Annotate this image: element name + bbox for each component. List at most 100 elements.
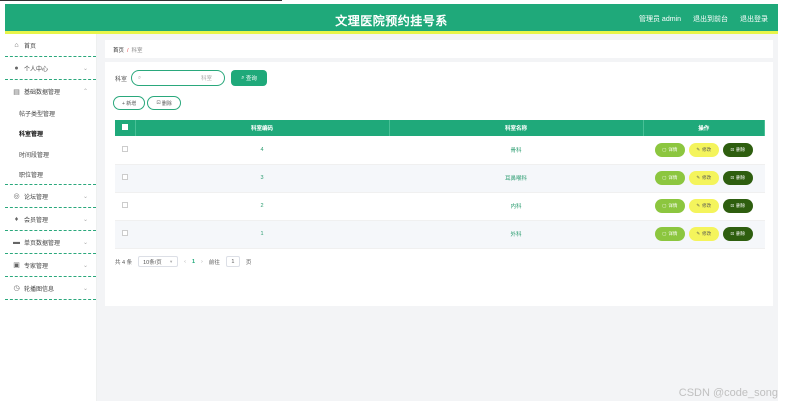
detail-label: 详情 [668, 146, 678, 152]
delete-button[interactable]: ⊡ 删除 [722, 171, 753, 185]
sidebar-item-profile[interactable]: ● 个人中心 ⌄ [5, 57, 96, 80]
chevron-up-icon: ⌃ [82, 89, 88, 95]
page-number-current[interactable]: 1 [192, 259, 195, 265]
chevron-down-icon: ⌄ [82, 239, 88, 246]
search-placeholder: 科室 [201, 76, 213, 82]
detail-button[interactable]: ▢ 详情 [654, 227, 685, 241]
breadcrumb-current: 科室 [131, 48, 143, 54]
column-header-name[interactable]: 科室名称 [389, 120, 644, 136]
next-page-button[interactable]: › [201, 259, 203, 265]
page-size-value: 10条/页 [143, 259, 162, 266]
admin-user-link[interactable]: 管理员 admin [639, 14, 681, 24]
column-header-code[interactable]: 科室编码 [135, 120, 390, 136]
page-size-select[interactable]: 10条/页 ▼ [138, 256, 179, 267]
query-button-label: 查询 [245, 76, 257, 82]
detail-icon: ▢ [662, 231, 667, 236]
row-checkbox[interactable] [122, 145, 128, 152]
pencil-icon: ✎ [696, 146, 701, 152]
sidebar-item-label: 科室管理 [19, 132, 44, 139]
sidebar-item-forum[interactable]: ◎ 论坛管理 ⌄ [5, 185, 96, 208]
row-checkbox[interactable] [122, 230, 128, 236]
delete-label: 删除 [736, 146, 746, 152]
sidebar-item-position[interactable]: 职位管理 [5, 165, 96, 185]
chevron-down-icon: ▼ [169, 259, 174, 264]
search-bar: 科室 ⌕ 科室 ⌕ 查询 [115, 70, 268, 86]
batch-delete-button[interactable]: ⊡ 删除 [147, 96, 181, 110]
query-button[interactable]: ⌕ 查询 [231, 70, 268, 86]
chevron-down-icon: ⌄ [82, 285, 88, 292]
sidebar-item-label: 时间段管理 [19, 152, 50, 159]
forum-icon: ◎ [13, 193, 20, 200]
edit-label: 修改 [702, 203, 712, 208]
detail-button[interactable]: ▢ 详情 [654, 171, 685, 185]
row-checkbox[interactable] [122, 174, 128, 180]
detail-icon: ▢ [662, 203, 667, 208]
sidebar-item-label: 职位管理 [19, 172, 44, 179]
logout-link[interactable]: 退出登录 [740, 14, 768, 24]
delete-button[interactable]: ⊡ 删除 [722, 142, 753, 157]
goto-page-value: 1 [231, 258, 235, 265]
sidebar-item-member[interactable]: ♦ 会员管理 ⌄ [5, 208, 96, 231]
member-icon: ♦ [14, 215, 19, 223]
goto-page-input[interactable]: 1 [225, 256, 240, 267]
row-select-cell [115, 136, 135, 165]
sidebar: ⌂ 首页 ● 个人中心 ⌄ ▤ 基础数据管理 ⌃ 帖子类型管理 科室管理 时间段… [5, 34, 97, 401]
detail-button[interactable]: ▢ 详情 [654, 199, 685, 213]
sidebar-item-post-type[interactable]: 帖子类型管理 [5, 103, 96, 124]
sidebar-item-department[interactable]: 科室管理 [5, 124, 96, 145]
delete-label: 删除 [736, 175, 746, 180]
content-card: 科室 ⌕ 科室 ⌕ 查询 + 新增 ⊡ 删除 科室编码 科室名称 操作 4 骨科… [105, 62, 773, 306]
cell-name: 耳鼻喉科 [389, 164, 643, 193]
sidebar-item-carousel[interactable]: ◷ 轮播图信息 ⌄ [5, 277, 96, 300]
cell-code: 1 [135, 220, 389, 249]
table-row: 1 外科 ▢ 详情 ✎ 修改 ⊡ 删除 [115, 220, 765, 249]
sidebar-item-time-slot[interactable]: 时间段管理 [5, 144, 96, 165]
row-checkbox[interactable] [122, 202, 128, 208]
breadcrumb-home[interactable]: 首页 [113, 48, 124, 54]
edit-button[interactable]: ✎ 修改 [688, 142, 719, 157]
sidebar-item-expert[interactable]: ▣ 专家管理 ⌄ [5, 254, 96, 277]
home-icon: ⌂ [14, 41, 19, 49]
clock-icon: ◷ [13, 285, 20, 292]
delete-button[interactable]: ⊡ 删除 [722, 227, 753, 241]
row-select-cell [115, 164, 135, 193]
trash-icon: ⊡ [730, 231, 735, 236]
edit-label: 修改 [702, 175, 712, 180]
edit-button[interactable]: ✎ 修改 [688, 171, 719, 185]
delete-button[interactable]: ⊡ 删除 [722, 199, 753, 213]
cell-ops: ▢ 详情 ✎ 修改 ⊡ 删除 [643, 192, 765, 221]
select-all-cell [115, 120, 136, 136]
watermark: CSDN @code_song [678, 387, 778, 399]
prev-page-button[interactable]: ‹ [184, 259, 186, 265]
sidebar-item-label: 基础数据管理 [24, 90, 61, 96]
front-page-link[interactable]: 退出到前台 [693, 14, 728, 24]
top-divider [0, 0, 282, 1]
add-button[interactable]: + 新增 [113, 96, 146, 110]
search-input[interactable]: ⌕ 科室 [131, 70, 226, 86]
detail-button[interactable]: ▢ 详情 [654, 142, 685, 157]
table-header-row: 科室编码 科室名称 操作 [115, 120, 765, 136]
database-icon: ▤ [13, 88, 20, 96]
cell-name: 内科 [389, 192, 643, 221]
sidebar-item-single-page[interactable]: ▬ 单页数据管理 ⌄ [5, 231, 96, 254]
cell-code: 4 [135, 136, 389, 165]
cell-code: 3 [135, 164, 389, 193]
header-nav: 管理员 admin 退出到前台 退出登录 [639, 14, 768, 24]
trash-icon: ⊡ [730, 146, 735, 152]
detail-label: 详情 [668, 175, 678, 180]
edit-button[interactable]: ✎ 修改 [688, 227, 719, 241]
cell-ops: ▢ 详情 ✎ 修改 ⊡ 删除 [643, 136, 765, 165]
sidebar-item-basic-data[interactable]: ▤ 基础数据管理 ⌃ [5, 80, 96, 103]
main-content: 首页 / 科室 科室 ⌕ 科室 ⌕ 查询 + 新增 ⊡ 删除 科室编码 科室名称… [97, 34, 778, 401]
breadcrumb: 首页 / 科室 [105, 40, 773, 58]
department-table: 科室编码 科室名称 操作 4 骨科 ▢ 详情 ✎ 修改 ⊡ 删除 3 耳鼻喉科 … [115, 120, 765, 249]
action-bar: + 新增 ⊡ 删除 [113, 96, 181, 110]
detail-icon: ▢ [662, 146, 667, 152]
sidebar-item-home[interactable]: ⌂ 首页 [5, 34, 96, 57]
select-all-checkbox[interactable] [121, 124, 128, 130]
edit-button[interactable]: ✎ 修改 [688, 199, 719, 213]
delete-label: 删除 [736, 203, 746, 208]
pager-total: 共 4 条 [115, 259, 133, 266]
delete-label: 删除 [736, 231, 746, 236]
breadcrumb-separator: / [127, 48, 129, 54]
